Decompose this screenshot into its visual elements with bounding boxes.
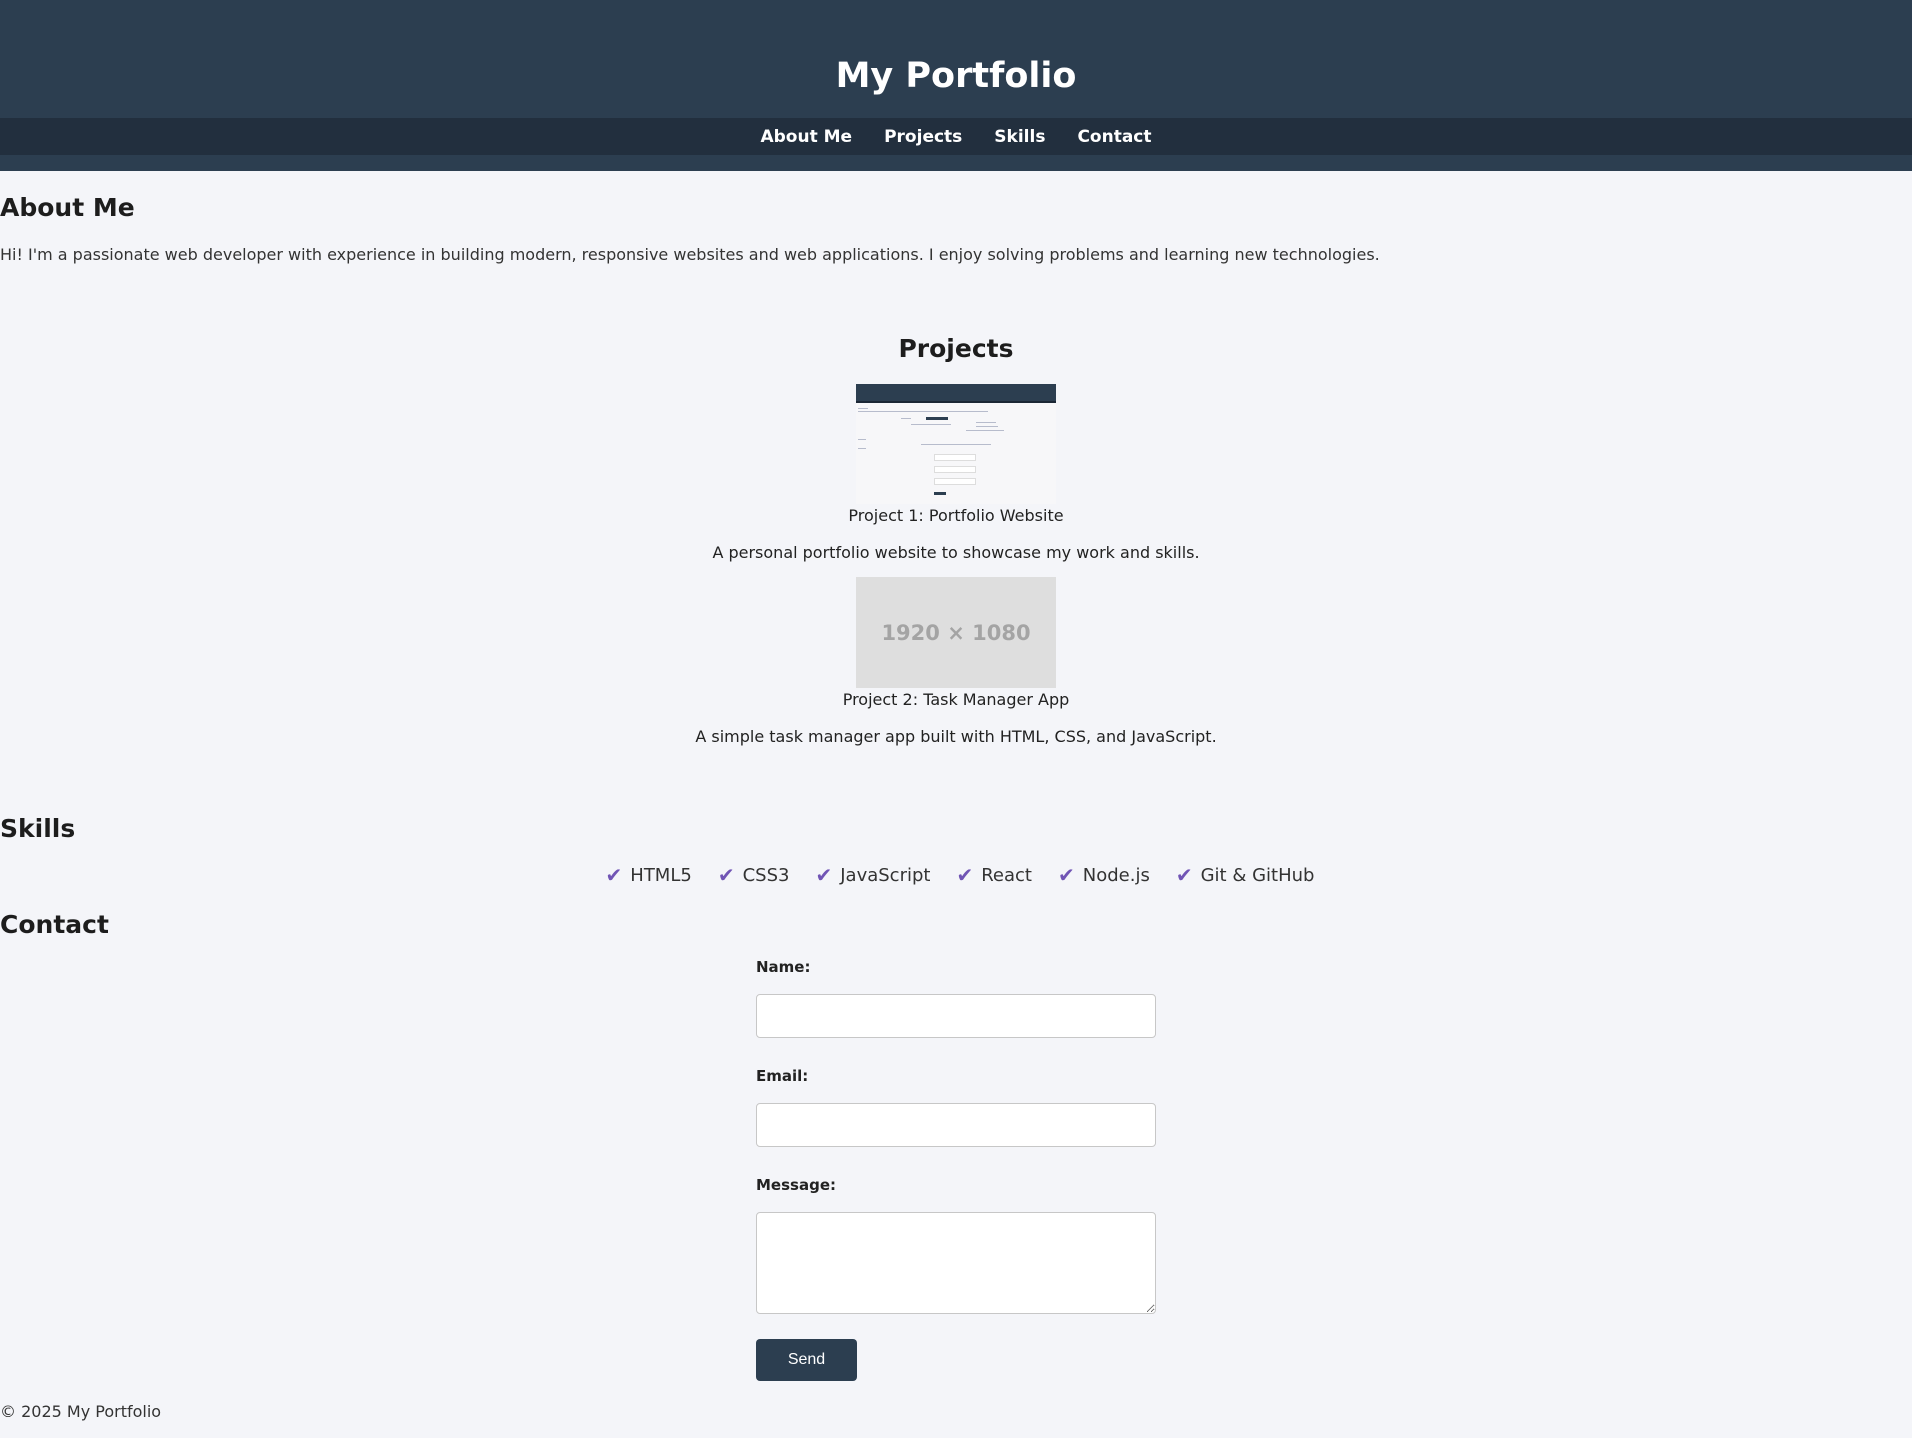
- check-icon: ✔: [1175, 863, 1193, 887]
- contact-form: Name: Email: Message: Send: [756, 958, 1156, 1381]
- check-icon: ✔: [956, 863, 974, 887]
- skill-label: React: [981, 864, 1032, 886]
- project-card-1: Project 1: Portfolio Website A personal …: [0, 384, 1912, 562]
- email-field[interactable]: [756, 1103, 1156, 1147]
- about-text: Hi! I'm a passionate web developer with …: [0, 245, 1380, 264]
- name-field[interactable]: [756, 994, 1156, 1038]
- main-nav: About Me Projects Skills Contact: [0, 118, 1912, 155]
- nav-about[interactable]: About Me: [760, 127, 852, 147]
- check-icon: ✔: [1058, 863, 1075, 887]
- message-label: Message:: [756, 1176, 836, 1194]
- contact-heading: Contact: [0, 910, 109, 939]
- check-icon: ✔: [605, 863, 623, 887]
- project-1-caption: Project 1: Portfolio Website: [848, 506, 1064, 525]
- send-button[interactable]: Send: [756, 1339, 857, 1381]
- project-2-description: A simple task manager app built with HTM…: [695, 727, 1217, 746]
- skill-label: CSS3: [742, 864, 790, 886]
- skill-item: ✔ CSS3: [718, 863, 790, 887]
- project-card-2: 1920 × 1080 Project 2: Task Manager App …: [0, 577, 1912, 746]
- skill-item: ✔ JavaScript: [815, 863, 930, 887]
- check-icon: ✔: [815, 863, 833, 887]
- message-field[interactable]: [756, 1212, 1156, 1314]
- skill-label: HTML5: [630, 864, 692, 886]
- skills-list: ✔ HTML5 ✔ CSS3 ✔ JavaScript ✔ React ✔ Node.js…: [0, 863, 1912, 887]
- skill-item: ✔ Node.js: [1058, 863, 1150, 887]
- site-title: My Portfolio: [835, 56, 1077, 96]
- site-header: My Portfolio About Me Projects Skills Co…: [0, 0, 1912, 171]
- about-heading: About Me: [0, 193, 135, 222]
- about-section: About Me Hi! I'm a passionate web develo…: [0, 193, 1912, 264]
- email-label: Email:: [756, 1067, 809, 1085]
- projects-heading: Projects: [898, 334, 1014, 363]
- skill-label: Node.js: [1082, 864, 1150, 886]
- skill-label: JavaScript: [840, 864, 931, 886]
- skill-item: ✔ React: [956, 863, 1032, 887]
- name-label: Name:: [756, 958, 811, 976]
- project-2-caption: Project 2: Task Manager App: [842, 690, 1070, 709]
- check-icon: ✔: [717, 863, 735, 887]
- skill-item: ✔ HTML5: [606, 863, 692, 887]
- skill-label: Git & GitHub: [1200, 864, 1315, 886]
- nav-contact[interactable]: Contact: [1077, 127, 1151, 147]
- skills-heading: Skills: [0, 814, 76, 843]
- nav-projects[interactable]: Projects: [884, 127, 962, 147]
- project-1-screenshot: [856, 384, 1056, 504]
- project-1-description: A personal portfolio website to showcase…: [712, 543, 1200, 562]
- project-2-image-placeholder: 1920 × 1080: [856, 577, 1056, 688]
- nav-skills[interactable]: Skills: [994, 127, 1045, 147]
- skill-item: ✔ Git & GitHub: [1176, 863, 1315, 887]
- site-footer: © 2025 My Portfolio: [0, 1402, 162, 1421]
